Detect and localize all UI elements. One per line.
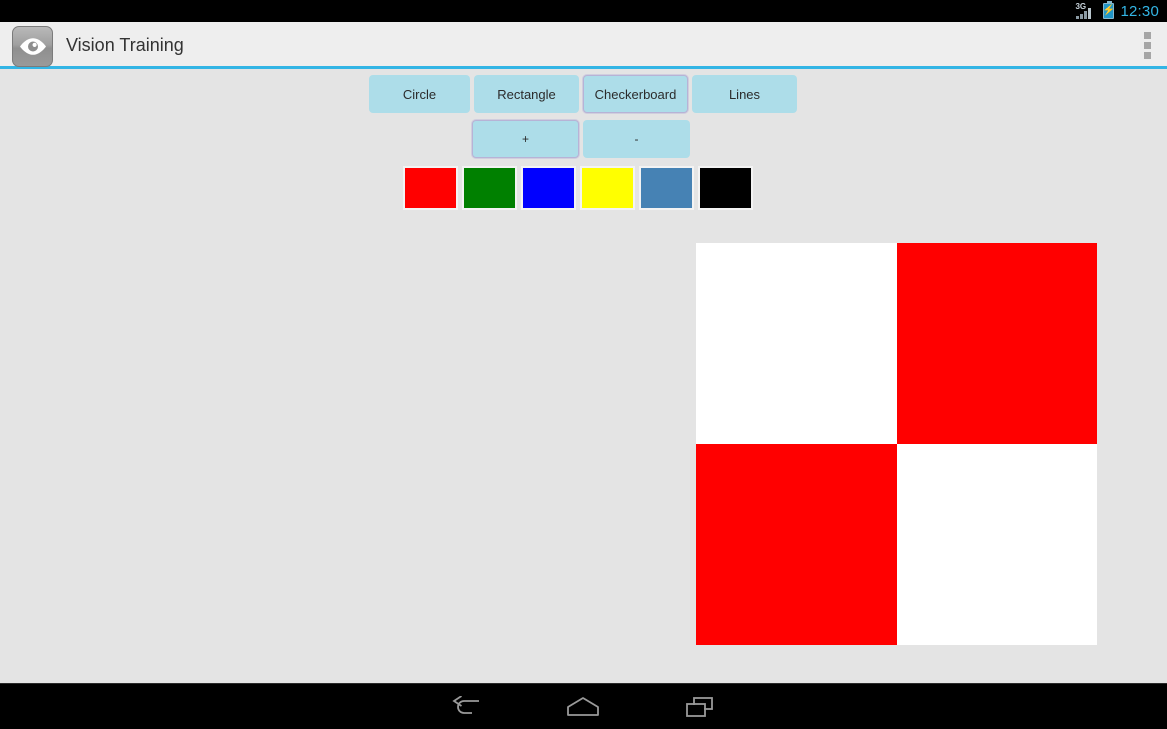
recent-apps-icon[interactable] [669, 684, 731, 729]
action-bar: Vision Training [0, 22, 1167, 69]
status-bar-icons: 3G ⚡ 12:30 [1075, 0, 1159, 22]
checker-cell-bottom-left [696, 444, 897, 645]
circle-button[interactable]: Circle [369, 75, 470, 113]
size-button-row: + - [472, 120, 690, 158]
checker-cell-bottom-right [897, 444, 1097, 645]
status-bar-clock: 12:30 [1120, 2, 1159, 20]
back-arrow-icon[interactable] [436, 684, 498, 729]
color-swatch-row [403, 166, 753, 210]
color-swatch-steelblue[interactable] [639, 166, 694, 210]
main-content: Circle Rectangle Checkerboard Lines + - [0, 72, 1167, 683]
shape-button-row: Circle Rectangle Checkerboard Lines [369, 75, 797, 113]
status-bar: 3G ⚡ 12:30 [0, 0, 1167, 22]
checkerboard-button[interactable]: Checkerboard [583, 75, 688, 113]
color-swatch-yellow[interactable] [580, 166, 635, 210]
signal-bars-icon: 3G [1075, 2, 1097, 19]
checker-cell-top-right [897, 243, 1097, 444]
increase-size-button[interactable]: + [472, 120, 579, 158]
bolt-glyph: ⚡ [1102, 5, 1116, 16]
signal-bars [1076, 7, 1096, 19]
lines-button[interactable]: Lines [692, 75, 797, 113]
home-icon[interactable] [552, 684, 614, 729]
eye-icon[interactable] [12, 26, 53, 67]
checker-cell-top-left [696, 243, 897, 444]
checkerboard-pattern[interactable] [696, 243, 1097, 645]
rectangle-button[interactable]: Rectangle [474, 75, 579, 113]
system-navigation-bar [0, 683, 1167, 729]
battery-charging-icon: ⚡ [1102, 1, 1116, 19]
overflow-menu-icon[interactable] [1144, 22, 1151, 69]
color-swatch-black[interactable] [698, 166, 753, 210]
color-swatch-green[interactable] [462, 166, 517, 210]
device-screen: 3G ⚡ 12:30 Vision Training Circle Rectan… [0, 0, 1167, 729]
color-swatch-blue[interactable] [521, 166, 576, 210]
color-swatch-red[interactable] [403, 166, 458, 210]
decrease-size-button[interactable]: - [583, 120, 690, 158]
page-title: Vision Training [66, 35, 184, 55]
